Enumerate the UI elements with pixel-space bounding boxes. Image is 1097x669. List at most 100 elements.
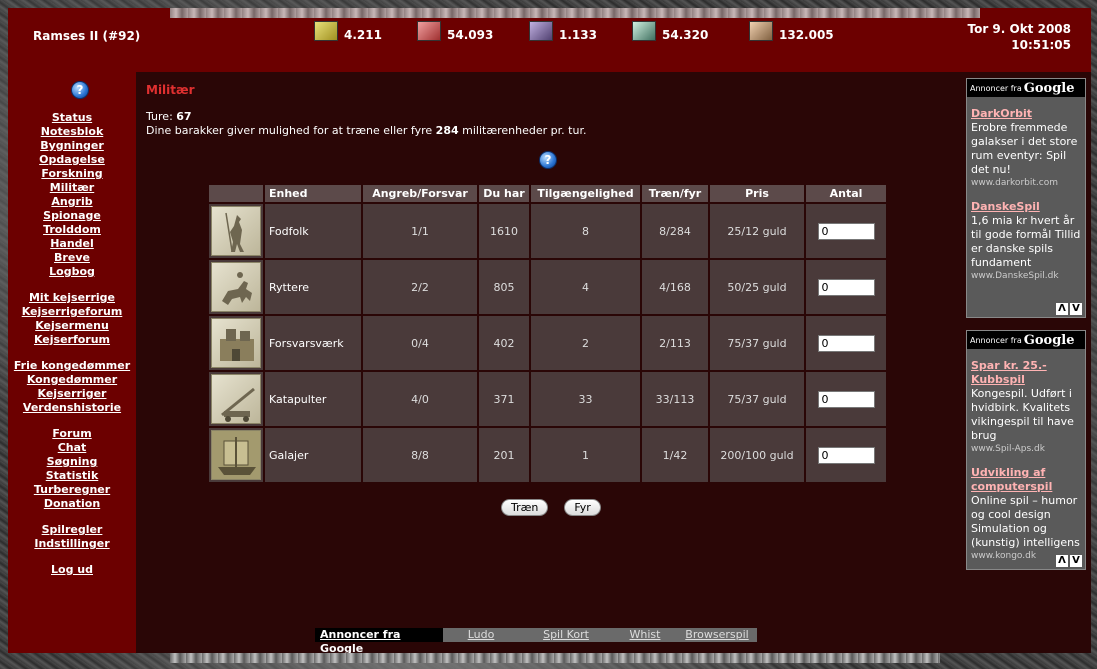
footer-ad-link[interactable]: Ludo	[443, 628, 519, 642]
ad-box-1: Annoncer fra Google DarkOrbit Erobre fre…	[966, 78, 1086, 318]
unit-availability: 33	[531, 372, 640, 426]
sidebar-link[interactable]: Breve	[8, 251, 136, 265]
unit-name: Galajer	[265, 428, 361, 482]
ad-url[interactable]: www.Spil-Aps.dk	[971, 443, 1081, 456]
unit-image-cell	[209, 428, 263, 482]
footer-ad-link[interactable]: Browserspil	[677, 628, 757, 642]
sidebar-link[interactable]: Frie kongedømmer	[8, 359, 136, 373]
sidebar-link[interactable]: Donation	[8, 497, 136, 511]
footer-ad-link[interactable]: Whist	[613, 628, 677, 642]
col-availability: Tilgængelighed	[531, 185, 640, 202]
col-attack-defense: Angreb/Forsvar	[363, 185, 477, 202]
sidebar-link[interactable]: Logbog	[8, 265, 136, 279]
col-have: Du har	[479, 185, 529, 202]
unit-price: 75/37 guld	[710, 316, 804, 370]
help-icon[interactable]: ?	[539, 151, 557, 169]
resource-mana: 1.133	[529, 20, 597, 42]
ad-title[interactable]: DarkOrbit	[971, 107, 1081, 121]
table-row: Katapulter 4/0 371 33 33/113 75/37 guld	[209, 372, 886, 426]
unit-quantity-input[interactable]	[817, 334, 875, 352]
sidebar-link[interactable]: Handel	[8, 237, 136, 251]
mana-icon	[529, 21, 553, 41]
sidebar: ? Status Notesblok Bygninger Opdagelse Forsk…	[8, 72, 136, 653]
ad-url[interactable]: www.darkorbit.com	[971, 177, 1081, 190]
sidebar-link[interactable]: Status	[8, 111, 136, 125]
unit-attack-defense: 4/0	[363, 372, 477, 426]
military-table: Enhed Angreb/Forsvar Du har Tilgængeligh…	[207, 183, 888, 484]
col-quantity: Antal	[806, 185, 886, 202]
unit-quantity-input[interactable]	[817, 390, 875, 408]
train-button[interactable]: Træn	[501, 499, 549, 516]
sidebar-link[interactable]: Angrib	[8, 195, 136, 209]
unit-availability: 2	[531, 316, 640, 370]
unit-quantity-input[interactable]	[817, 222, 875, 240]
ad-title[interactable]: Udvikling af computerspil	[971, 466, 1081, 494]
sidebar-link[interactable]: Indstillinger	[8, 537, 136, 551]
sidebar-link[interactable]: Kejserrigeforum	[8, 305, 136, 319]
ad-header: Annoncer fra Google	[967, 331, 1085, 349]
sidebar-link[interactable]: Chat	[8, 441, 136, 455]
military-help[interactable]: ?	[539, 151, 557, 169]
server-date: Tor 9. Okt 2008	[967, 22, 1071, 36]
resource-power: 132.005	[749, 20, 834, 42]
ad-title[interactable]: DanskeSpil	[971, 200, 1081, 214]
sidebar-link[interactable]: Trolddom	[8, 223, 136, 237]
ad-item[interactable]: Spar kr. 25.- Kubbspil Kongespil. Udført…	[967, 359, 1085, 456]
sidebar-help[interactable]: ?	[71, 81, 89, 99]
ad-prev-button[interactable]: Λ	[1056, 555, 1068, 567]
col-image	[209, 185, 263, 202]
ad-item[interactable]: DanskeSpil 1,6 mia kr hvert år til gode …	[967, 200, 1085, 283]
fire-button[interactable]: Fyr	[564, 499, 601, 516]
unit-price: 200/100 guld	[710, 428, 804, 482]
col-price: Pris	[710, 185, 804, 202]
ad-description: Erobre fremmede galakser i det store rum…	[971, 121, 1078, 176]
unit-availability: 1	[531, 428, 640, 482]
sidebar-link[interactable]: Statistik	[8, 469, 136, 483]
unit-price: 50/25 guld	[710, 260, 804, 314]
ad-title[interactable]: Spar kr. 25.- Kubbspil	[971, 359, 1081, 387]
google-logo: Google	[1023, 332, 1075, 348]
google-logo: Google	[1023, 80, 1075, 96]
sidebar-link[interactable]: Verdenshistorie	[8, 401, 136, 415]
unit-quantity-input[interactable]	[817, 278, 875, 296]
gold-icon	[314, 21, 338, 41]
sidebar-link[interactable]: Log ud	[8, 563, 136, 577]
ad-column: Annoncer fra Google DarkOrbit Erobre fre…	[962, 72, 1091, 653]
sidebar-link[interactable]: Forskning	[8, 167, 136, 181]
unit-train-fire: 1/42	[642, 428, 708, 482]
sidebar-link[interactable]: Spilregler	[8, 523, 136, 537]
sidebar-link[interactable]: Notesblok	[8, 125, 136, 139]
sidebar-link[interactable]: Bygninger	[8, 139, 136, 153]
barracks-description: Dine barakker giver mulighed for at træn…	[146, 124, 587, 137]
footer-ad-link[interactable]: Spil Kort	[519, 628, 613, 642]
ad-item[interactable]: DarkOrbit Erobre fremmede galakser i det…	[967, 107, 1085, 190]
ad-url[interactable]: www.DanskeSpil.dk	[971, 270, 1081, 283]
sidebar-link[interactable]: Opdagelse	[8, 153, 136, 167]
unit-attack-defense: 2/2	[363, 260, 477, 314]
ad-next-button[interactable]: V	[1070, 303, 1082, 315]
help-icon[interactable]: ?	[71, 81, 89, 99]
unit-quantity-input[interactable]	[817, 446, 875, 464]
ad-next-button[interactable]: V	[1070, 555, 1082, 567]
sidebar-link[interactable]: Kongedømmer	[8, 373, 136, 387]
sidebar-link[interactable]: Søgning	[8, 455, 136, 469]
sidebar-link[interactable]: Turberegner	[8, 483, 136, 497]
sidebar-link[interactable]: Militær	[8, 181, 136, 195]
sidebar-link[interactable]: Mit kejserrige	[8, 291, 136, 305]
footer-ad-label[interactable]: Annoncer fra Google	[315, 628, 443, 655]
ad-item[interactable]: Udvikling af computerspil Online spil – …	[967, 466, 1085, 563]
sidebar-link[interactable]: Kejserforum	[8, 333, 136, 347]
server-datetime: Tor 9. Okt 2008 10:51:05	[967, 21, 1071, 53]
sidebar-link[interactable]: Spionage	[8, 209, 136, 223]
table-header-row: Enhed Angreb/Forsvar Du har Tilgængeligh…	[209, 185, 886, 202]
sidebar-link[interactable]: Forum	[8, 427, 136, 441]
turns-line: Ture: 67	[146, 110, 192, 123]
col-unit: Enhed	[265, 185, 361, 202]
unit-price: 75/37 guld	[710, 372, 804, 426]
sidebar-link[interactable]: Kejserriger	[8, 387, 136, 401]
sidebar-link[interactable]: Kejsermenu	[8, 319, 136, 333]
ad-prev-button[interactable]: Λ	[1056, 303, 1068, 315]
unit-attack-defense: 8/8	[363, 428, 477, 482]
